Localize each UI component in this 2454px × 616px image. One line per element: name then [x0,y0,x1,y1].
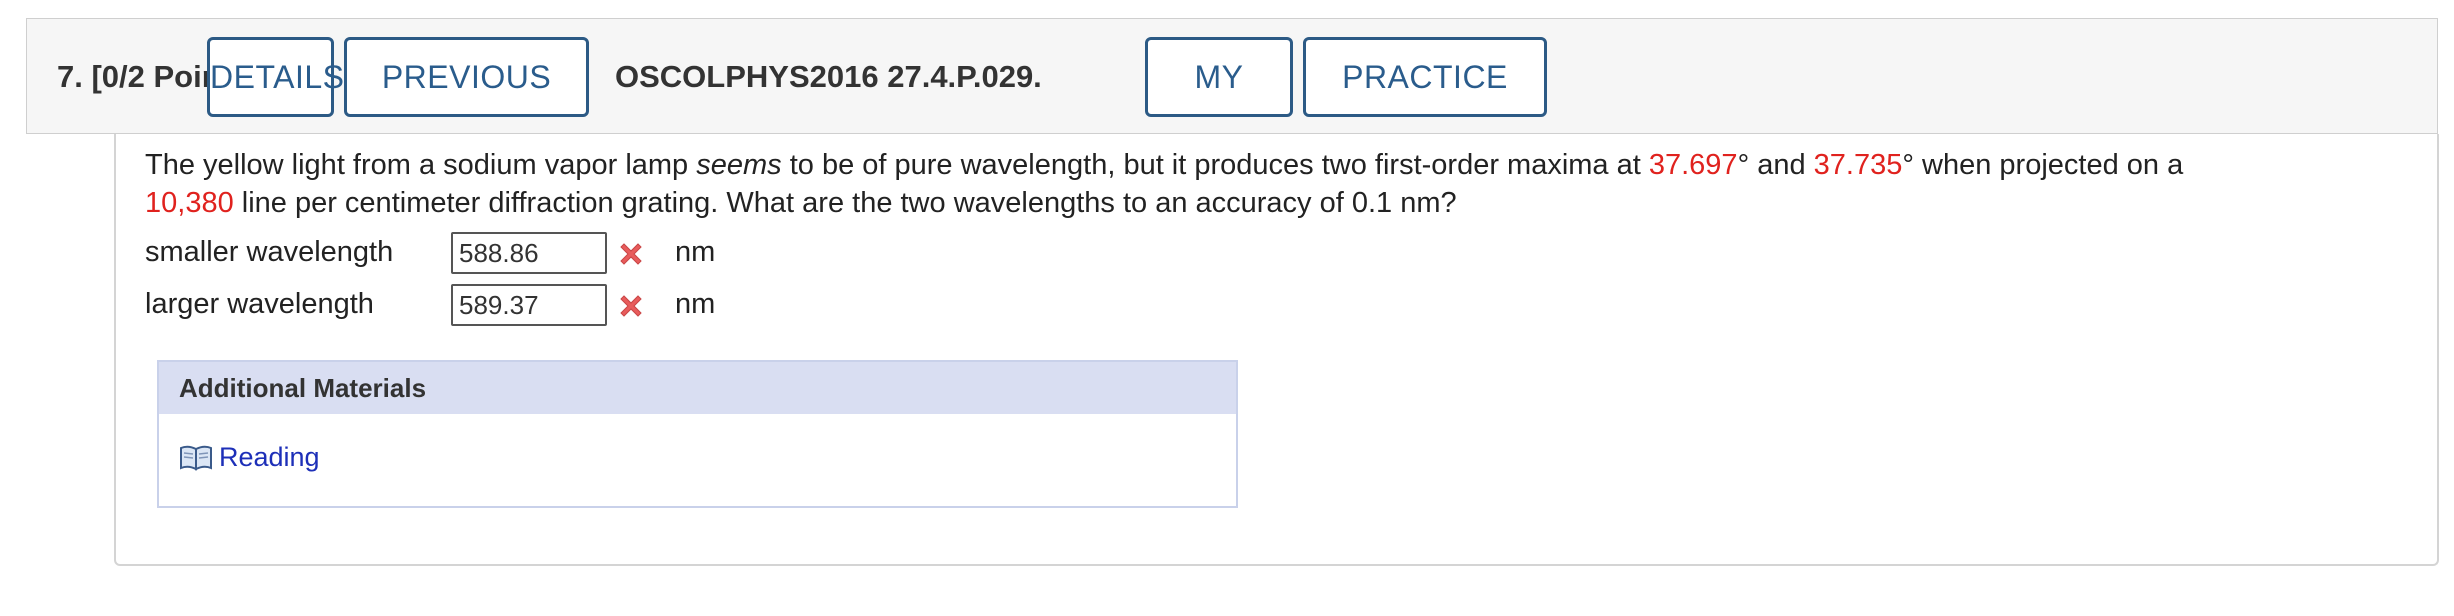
angle-value-2: 37.735 [1813,149,1903,181]
reading-link[interactable]: Reading [179,442,320,473]
practice-another-button[interactable]: PRACTICE ANOTHER [1303,37,1547,169]
smaller-wavelength-input[interactable]: 588.86 [451,232,607,274]
additional-materials-box: Additional Materials Reading [157,360,1238,508]
answer-label: smaller wavelength [145,236,394,268]
larger-wavelength-input[interactable]: 589.37 [451,284,607,326]
question-text-part: line per centimeter diffraction grating.… [233,187,1457,219]
reading-link-label[interactable]: Reading [219,442,320,473]
question-id: OSCOLPHYS2016 27.4.P.029. [615,59,1042,94]
question-text-emphasis: seems [696,149,782,181]
question-text-part: ° and [1737,149,1814,181]
details-button[interactable]: DETAILS [207,37,344,117]
angle-value-1: 37.697 [1648,149,1738,181]
my-notes-button[interactable]: MY NOTES [1145,37,1293,169]
answer-label: larger wavelength [145,288,374,320]
incorrect-x-icon [620,295,642,317]
question-text-part: ° when projected on a [1902,149,2184,181]
additional-materials-title: Additional Materials [159,362,1236,414]
previous-answers-button[interactable]: PREVIOUS ANSWERS [344,37,589,169]
book-icon [180,445,212,471]
answer-unit: nm [675,236,716,268]
question-text: The yellow light from a sodium vapor lam… [145,146,2415,222]
question-text-part: The yellow light from a sodium vapor lam… [145,149,697,181]
answer-unit: nm [675,288,716,320]
question-header: 7. [0/2 Points] DETAILS PREVIOUS ANSWERS… [26,18,2438,169]
grating-lines-value: 10,380 [145,187,234,219]
incorrect-x-icon [620,243,642,265]
question-text-part: to be of pure wavelength, but it produce… [781,149,1649,181]
